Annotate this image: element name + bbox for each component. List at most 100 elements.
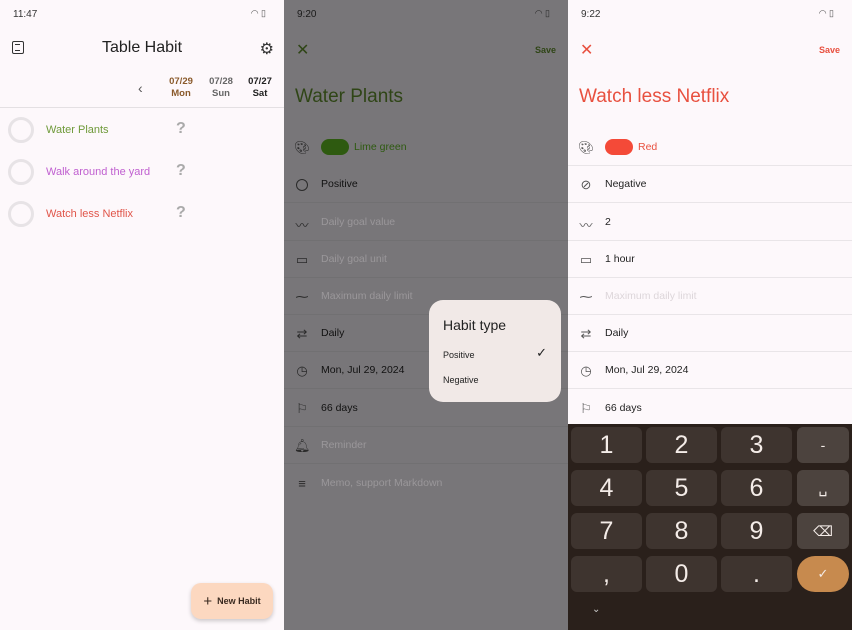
habit-name[interactable]: Water Plants [46, 124, 109, 136]
save-button[interactable]: Save [535, 45, 556, 55]
habit-title[interactable]: Water Plants [295, 86, 403, 108]
wifi-battery-icon: ◠ ▯ [250, 8, 266, 18]
edit-habit-screen: 9:22 ◠ ▯ ✕ Save Watch less Netflix 🎨︎ Red… [568, 0, 852, 630]
key-period[interactable]: . [721, 556, 792, 592]
key-2[interactable]: 2 [646, 427, 717, 463]
key-3[interactable]: 3 [721, 427, 792, 463]
reminder-field[interactable]: 🔔︎ Reminder [284, 427, 568, 464]
color-name: Lime green [354, 141, 407, 153]
goal-value[interactable]: 2 [605, 216, 611, 228]
color-field[interactable]: 🎨︎ Lime green [284, 129, 568, 166]
app-title: Table Habit [101, 39, 183, 56]
backspace-key[interactable]: ⌫ [797, 513, 849, 549]
status-time: 9:22 [581, 9, 601, 20]
start-date-field[interactable]: ◷ Mon, Jul 29, 2024 [568, 352, 852, 389]
trend-icon: 〰 [295, 218, 309, 233]
close-icon[interactable]: ✕ [296, 40, 309, 60]
habit-type-field[interactable]: Positive [284, 166, 568, 203]
new-habit-button[interactable]: + New Habit [191, 583, 273, 619]
habit-type-value: Positive [321, 178, 358, 190]
unit-field[interactable]: ▭ Daily goal unit [284, 241, 568, 278]
wifi-battery-icon: ◠ ▯ [818, 8, 834, 18]
start-date-value: Mon, Jul 29, 2024 [321, 364, 405, 376]
reminder-placeholder: Reminder [321, 439, 367, 451]
habit-title[interactable]: Watch less Netflix [579, 86, 729, 108]
day-label: Sun [212, 88, 230, 99]
repeat-icon: ⇄ [296, 326, 308, 341]
habit-type-field[interactable]: ⊘ Negative [568, 166, 852, 203]
date-label: 07/27 [248, 76, 272, 87]
max-placeholder: Maximum daily limit [605, 290, 697, 302]
unit-value[interactable]: 1 hour [605, 253, 635, 265]
notes-lines-icon: ≡ [298, 476, 306, 491]
numeric-keyboard: ⌄ 1 2 3- 4 5 6 ␣ 7 8 9 ⌫, 0. ✓ [568, 424, 852, 630]
key-4[interactable]: 4 [571, 470, 642, 506]
target-days-value: 66 days [321, 402, 358, 414]
gear-icon[interactable]: ⚙ [260, 39, 274, 59]
habit-name[interactable]: Walk around the yard [46, 166, 150, 178]
progress-ring [8, 117, 34, 143]
goal-placeholder: Daily goal value [321, 216, 396, 228]
confirm-key[interactable]: ✓ [797, 556, 849, 592]
frequency-field[interactable]: ⇄ Daily [568, 315, 852, 352]
palette-icon: 🎨︎ [294, 140, 311, 155]
close-icon[interactable]: ✕ [580, 40, 593, 60]
chevron-left-icon[interactable]: ‹ [138, 80, 143, 96]
chevron-down-icon[interactable]: ⌄ [592, 604, 600, 615]
memo-field[interactable]: ≡ Memo, support Markdown [284, 465, 568, 502]
key-1[interactable]: 1 [571, 427, 642, 463]
key-6[interactable]: 6 [721, 470, 792, 506]
date-column[interactable]: 07/29 Mon [163, 76, 199, 100]
frequency-value: Daily [605, 327, 629, 339]
habit-type-dialog: Habit type Positive ✓ Negative [429, 300, 561, 402]
max-placeholder: Maximum daily limit [321, 290, 413, 302]
key-space[interactable]: ␣ [797, 470, 849, 506]
key-9[interactable]: 9 [721, 513, 792, 549]
repeat-icon: ⇄ [580, 326, 592, 341]
day-label: Mon [171, 88, 191, 99]
habit-status-cell[interactable]: ? [176, 162, 186, 180]
clock-icon: ◷ [296, 363, 308, 378]
status-time: 9:20 [297, 9, 317, 20]
clock-icon: ◷ [580, 363, 592, 378]
date-label: 07/29 [169, 76, 193, 87]
target-days-field[interactable]: ⚐ 66 days [568, 390, 852, 427]
new-habit-label: New Habit [217, 596, 261, 606]
bell-icon: 🔔︎ [294, 438, 311, 453]
option-positive[interactable]: Positive [443, 350, 475, 360]
circle-icon [294, 177, 310, 192]
key-minus[interactable]: - [797, 427, 849, 463]
check-icon: ✓ [536, 345, 547, 360]
habit-row[interactable]: Water Plants? [0, 114, 284, 156]
target-days-value: 66 days [605, 402, 642, 414]
color-swatch [605, 139, 633, 155]
habit-list-screen: 11:47 ◠ ▯ Table Habit ⚙ ‹ 07/29 Mon 07/28… [0, 0, 284, 630]
start-date-value: Mon, Jul 29, 2024 [605, 364, 689, 376]
max-field[interactable]: ⁓ Maximum daily limit [568, 278, 852, 315]
progress-ring [8, 159, 34, 185]
goal-field[interactable]: 〰 2 [568, 204, 852, 241]
save-button[interactable]: Save [819, 45, 840, 55]
key-0[interactable]: 0 [646, 556, 717, 592]
habit-row[interactable]: Walk around the yard? [0, 156, 284, 198]
date-column[interactable]: 07/27 Sat [242, 76, 278, 100]
key-8[interactable]: 8 [646, 513, 717, 549]
option-negative[interactable]: Negative [443, 375, 479, 385]
habit-name[interactable]: Watch less Netflix [46, 208, 133, 220]
key-7[interactable]: 7 [571, 513, 642, 549]
trend-icon: 〰 [579, 218, 593, 233]
sparkle-trend-icon: ⁓ [579, 289, 593, 304]
unit-field[interactable]: ▭ 1 hour [568, 241, 852, 278]
habit-status-cell[interactable]: ? [176, 120, 186, 138]
date-column[interactable]: 07/28 Sun [203, 76, 239, 100]
key-comma[interactable]: , [571, 556, 642, 592]
date-label: 07/28 [209, 76, 233, 87]
goal-field[interactable]: 〰 Daily goal value [284, 204, 568, 241]
progress-ring [8, 201, 34, 227]
habit-row[interactable]: Watch less Netflix? [0, 198, 284, 240]
color-field[interactable]: 🎨︎ Red [568, 129, 852, 166]
dialog-title: Habit type [443, 317, 507, 333]
key-5[interactable]: 5 [646, 470, 717, 506]
frequency-value: Daily [321, 327, 345, 339]
habit-status-cell[interactable]: ? [176, 204, 186, 222]
